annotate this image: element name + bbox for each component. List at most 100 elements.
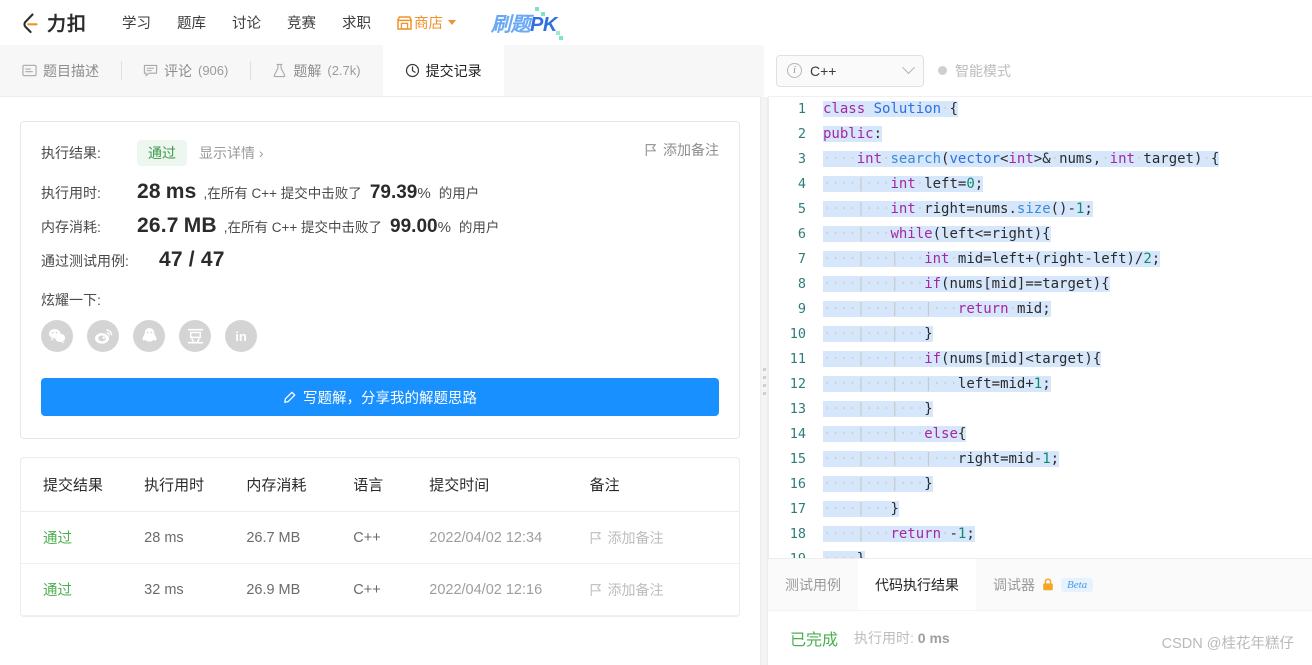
submission-history-table: 提交结果 执行用时 内存消耗 语言 提交时间 备注 通过 28 ms 26.7 … xyxy=(20,457,740,617)
row-memory: 26.9 MB xyxy=(246,581,301,598)
line-number: 12 xyxy=(789,376,806,392)
row-note[interactable]: 添加备注 xyxy=(584,580,739,600)
table-row[interactable]: 通过 28 ms 26.7 MB C++ 2022/04/02 12:34 添加… xyxy=(21,512,739,564)
nav-item-jobs[interactable]: 求职 xyxy=(329,8,384,37)
row-add-note-label: 添加备注 xyxy=(607,581,664,598)
editor-toolbar: i C++ 智能模式 xyxy=(768,45,1312,97)
show-detail-link[interactable]: 显示详情 › xyxy=(199,143,264,163)
add-note-label: 添加备注 xyxy=(663,142,719,158)
runtime-percentile: 79.39 xyxy=(369,182,418,203)
tab-debugger[interactable]: 调试器 Beta xyxy=(976,559,1110,610)
code-editor[interactable]: 1 class Solution·{ 2 public: 3 ····int·sear… xyxy=(768,97,1312,558)
code-line: 11 ····|···|···if(nums[mid]<target){ xyxy=(769,347,1312,372)
memory-value: 26.7 xyxy=(137,214,179,237)
flag-icon xyxy=(645,143,657,157)
nav-item-study[interactable]: 学习 xyxy=(109,8,164,37)
splitter-dot xyxy=(762,367,766,371)
col-header-language: 语言 xyxy=(353,477,384,494)
code-line: 8 ····|···|···if(nums[mid]==target){ xyxy=(769,272,1312,297)
tab-debugger-label: 调试器 xyxy=(993,576,1035,593)
line-content: ····|···|···|···left=mid+1; xyxy=(823,376,1051,392)
language-select[interactable]: i C++ xyxy=(776,54,924,87)
tab-run-result[interactable]: 代码执行结果 xyxy=(858,559,976,610)
line-content: ····|···|···if(nums[mid]<target){ xyxy=(823,351,1102,367)
memory-rank-prefix: ,在所有 C++ 提交中击败了 xyxy=(223,220,383,235)
language-select-value: C++ xyxy=(810,62,837,79)
tab-description[interactable]: 题目描述 xyxy=(0,45,121,96)
row-result[interactable]: 通过 xyxy=(21,527,138,548)
pk-dot-1 xyxy=(535,7,540,11)
problem-tab-bar: 题目描述 评论 (906) 题解 (2.7k) 提交记录 xyxy=(0,45,760,97)
memory-percentile: 99.00 xyxy=(390,216,438,237)
code-line: 16 ····|···|···} xyxy=(769,472,1312,497)
douban-icon[interactable] xyxy=(179,320,211,352)
row-runtime: 28 ms xyxy=(144,529,184,546)
tab-run-result-label: 代码执行结果 xyxy=(875,576,959,593)
line-number: 4 xyxy=(797,176,806,192)
line-content: ····|···int·left=0; xyxy=(823,176,984,192)
tab-submissions-label: 提交记录 xyxy=(425,62,482,79)
code-line: 4 ····|···int·left=0; xyxy=(769,172,1312,197)
code-scroll-region[interactable]: 1 class Solution·{ 2 public: 3 ····int·sear… xyxy=(769,97,1312,558)
tab-comments[interactable]: 评论 (906) xyxy=(121,45,250,96)
pk-logo-en: PK xyxy=(530,14,557,36)
write-solution-label: 写题解，分享我的解题思路 xyxy=(303,390,477,407)
row-add-note-button[interactable]: 添加备注 xyxy=(590,580,733,600)
beta-badge: Beta xyxy=(1061,577,1094,592)
nav-item-shop-label: 商店 xyxy=(414,16,444,32)
row-add-note-button[interactable]: 添加备注 xyxy=(590,528,733,548)
line-content: ····|···|···|···right=mid-1; xyxy=(823,451,1060,467)
line-content: public: xyxy=(823,126,883,142)
pk-banner-logo[interactable]: 刷题PK xyxy=(491,7,563,40)
status-dot-icon xyxy=(938,66,947,75)
line-content: ····|···} xyxy=(823,501,899,517)
row-note[interactable]: 添加备注 xyxy=(584,528,739,548)
smart-mode-toggle[interactable]: 智能模式 xyxy=(938,61,1011,81)
nav-item-contest[interactable]: 竞赛 xyxy=(274,8,329,37)
nav-item-shop[interactable]: 商店 xyxy=(384,8,469,37)
code-line: 6 ····|···while(left<=right){ xyxy=(769,222,1312,247)
code-line: 10 ····|···|···} xyxy=(769,322,1312,347)
tab-submissions[interactable]: 提交记录 xyxy=(382,45,504,96)
table-row[interactable]: 通过 32 ms 26.9 MB C++ 2022/04/02 12:16 添加… xyxy=(21,564,739,616)
runtime-unit: ms xyxy=(165,180,197,203)
row-result[interactable]: 通过 xyxy=(21,579,138,600)
code-editor-pane: i C++ 智能模式 1 class Solution·{ 2 public: 3 ·… xyxy=(768,45,1312,665)
memory-unit: MB xyxy=(183,214,217,237)
line-number: 14 xyxy=(789,426,806,442)
code-line: 9 ····|···|···|···return·mid; xyxy=(769,297,1312,322)
pane-splitter-handle[interactable] xyxy=(760,97,768,665)
wechat-icon[interactable] xyxy=(41,320,73,352)
splitter-dot xyxy=(762,391,766,395)
row-language: C++ xyxy=(353,529,381,546)
line-number: 16 xyxy=(789,476,806,492)
write-solution-button[interactable]: 写题解，分享我的解题思路 xyxy=(41,378,719,416)
line-number: 17 xyxy=(789,501,806,517)
tab-solutions[interactable]: 题解 (2.7k) xyxy=(250,45,382,96)
row-runtime: 32 ms xyxy=(144,581,184,598)
status-badge: 通过 xyxy=(137,140,187,166)
memory-row: 内存消耗: 26.7 MB ,在所有 C++ 提交中击败了 99.00 % 的用… xyxy=(41,214,719,238)
linkedin-icon[interactable]: in xyxy=(225,320,257,352)
runtime-percent-sign: % xyxy=(417,185,431,202)
nav-item-problems[interactable]: 题库 xyxy=(164,8,219,37)
weibo-icon[interactable] xyxy=(87,320,119,352)
testcases-value: 47 / 47 xyxy=(159,248,225,271)
nav-item-discuss[interactable]: 讨论 xyxy=(219,8,274,37)
result-row: 执行结果: 通过 显示详情 › xyxy=(41,140,719,166)
add-note-button[interactable]: 添加备注 xyxy=(645,140,719,160)
line-content: ····} xyxy=(817,547,866,558)
col-header-result: 提交结果 xyxy=(43,477,104,494)
code-line: 18 ····|···return·-1; xyxy=(769,522,1312,547)
code-line: 1 class Solution·{ xyxy=(769,97,1312,122)
tab-testcase[interactable]: 测试用例 xyxy=(768,559,858,610)
line-content: class Solution·{ xyxy=(823,101,958,117)
line-content: ····|···|···if(nums[mid]==target){ xyxy=(823,276,1110,292)
code-line: 12 ····|···|···|···left=mid+1; xyxy=(769,372,1312,397)
brand-logo[interactable]: 力扣 xyxy=(18,9,87,36)
comment-icon xyxy=(143,63,158,78)
show-detail-text: 显示详情 xyxy=(199,145,255,161)
result-summary-card: 添加备注 执行结果: 通过 显示详情 › 执行用时: 28 ms ,在所有 C+… xyxy=(20,121,740,439)
memory-percent-sign: % xyxy=(437,219,451,236)
qq-icon[interactable] xyxy=(133,320,165,352)
